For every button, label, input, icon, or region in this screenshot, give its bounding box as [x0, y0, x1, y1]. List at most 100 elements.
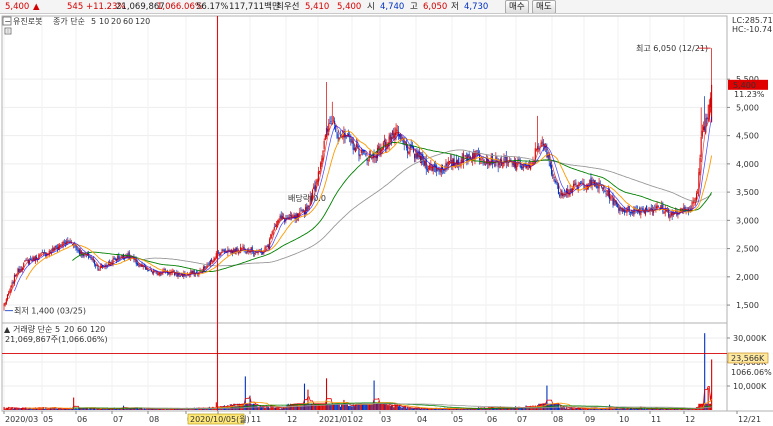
candle-body [444, 170, 446, 171]
volume-bar [9, 408, 11, 410]
ma-legend-120: 120 [135, 17, 150, 26]
x-tick-label: 02 [353, 415, 363, 424]
sell-button[interactable]: 매도 [532, 0, 556, 13]
quote-header: 5,400 ▲ 545 +11.23% 21,069,867 1,066.06%… [0, 0, 773, 14]
candle-body [575, 182, 577, 185]
candle-body [39, 254, 41, 255]
volume-bar [291, 404, 293, 410]
candle-body [628, 206, 630, 212]
volume-bar [375, 403, 377, 410]
volume-bar [400, 406, 402, 410]
x-tick-label: 08 [149, 415, 159, 424]
volume-bar [381, 403, 383, 410]
stock-chart[interactable]: − 유진로봇 종가 단순 5 10 20 60 120 LC:285.71 HC… [0, 14, 773, 426]
volume-bar [603, 409, 605, 410]
candle-body [549, 162, 551, 167]
volume-bar [309, 403, 311, 410]
candle-body [641, 208, 643, 210]
x-tick-label: 07 [113, 415, 123, 424]
trade-amount: 117,711백만 [229, 2, 280, 12]
volume-bar [379, 403, 381, 410]
volume-bar [564, 408, 567, 410]
volume-bar [425, 408, 427, 410]
candle-body [196, 271, 198, 273]
candle-body [605, 193, 607, 194]
volume-bar [339, 406, 341, 410]
hc-label: HC:-10.74 [732, 25, 772, 34]
candle-body [153, 271, 155, 274]
candle-body [41, 252, 43, 253]
volume-bar [657, 409, 659, 410]
ma-legend-10: 10 [99, 17, 109, 26]
volume-bar [678, 409, 680, 410]
minus-icon[interactable]: − [4, 17, 11, 26]
volume-bar [388, 404, 390, 410]
candle-body [610, 197, 612, 199]
candle-body [114, 258, 116, 260]
volume-bar [191, 409, 193, 410]
volume-bar [105, 409, 107, 410]
candle-body [289, 215, 292, 216]
candle-body [468, 153, 470, 157]
stock-name: 유진로봇 [13, 16, 42, 26]
price-change: 545 [67, 2, 84, 12]
volume-bar [642, 408, 644, 410]
candle-body [221, 249, 223, 253]
volume-bar [44, 408, 46, 410]
volume-bar [164, 409, 166, 410]
candle-body [323, 140, 325, 149]
volume-bar [257, 407, 259, 410]
volume-bar [511, 408, 513, 410]
candle-body [113, 257, 115, 260]
volume-bar [451, 409, 453, 410]
candle-body [383, 139, 386, 143]
candle-body [617, 204, 619, 208]
ex-rights-annotation: 배당락(0.0 [288, 193, 326, 203]
candle-body [26, 260, 28, 262]
volume-bar [343, 399, 345, 410]
candle-body [78, 249, 80, 255]
volume-bar [312, 403, 314, 410]
volume-bar [5, 407, 7, 410]
candle-body [265, 246, 267, 248]
candle-body [702, 126, 705, 130]
volume-bar [35, 408, 38, 410]
volume-bar [261, 406, 263, 410]
volume-bar [581, 409, 583, 410]
candle-body [631, 212, 633, 213]
volume-bar [408, 408, 410, 410]
candle-body [553, 176, 555, 178]
volume-bar [461, 408, 463, 410]
volume-bar [468, 409, 470, 410]
candle-body [55, 245, 57, 248]
candle-body [8, 293, 10, 295]
candle-body [365, 153, 367, 157]
volume-tick-label: 30,000K [733, 334, 767, 343]
volume-bar [353, 406, 355, 410]
buy-button[interactable]: 매수 [505, 0, 529, 13]
volume-bar [371, 403, 373, 410]
candle-body [139, 265, 141, 267]
volume-bar [273, 407, 275, 410]
candle-body [96, 264, 98, 266]
candle-body [603, 187, 605, 190]
x-tick-label: 06 [77, 415, 87, 424]
menu-box-icon[interactable] [4, 27, 12, 35]
candle-body [63, 242, 65, 244]
volume-bar [573, 408, 575, 410]
candle-body [242, 246, 244, 248]
volume-bar [618, 408, 620, 410]
volume-bar [625, 408, 627, 410]
candle-body [40, 252, 42, 254]
candle-body [318, 171, 321, 172]
candle-body [316, 180, 318, 183]
candle-body [704, 126, 706, 131]
volume-bar [501, 408, 503, 410]
candle-body [11, 282, 13, 287]
candle-body [541, 141, 543, 144]
candle-body [301, 210, 303, 211]
volume-box-text: 23,566K [731, 354, 765, 363]
volume-bar [397, 406, 399, 410]
candle-body [136, 262, 138, 266]
best-quote-label: 최우선 [276, 2, 300, 12]
